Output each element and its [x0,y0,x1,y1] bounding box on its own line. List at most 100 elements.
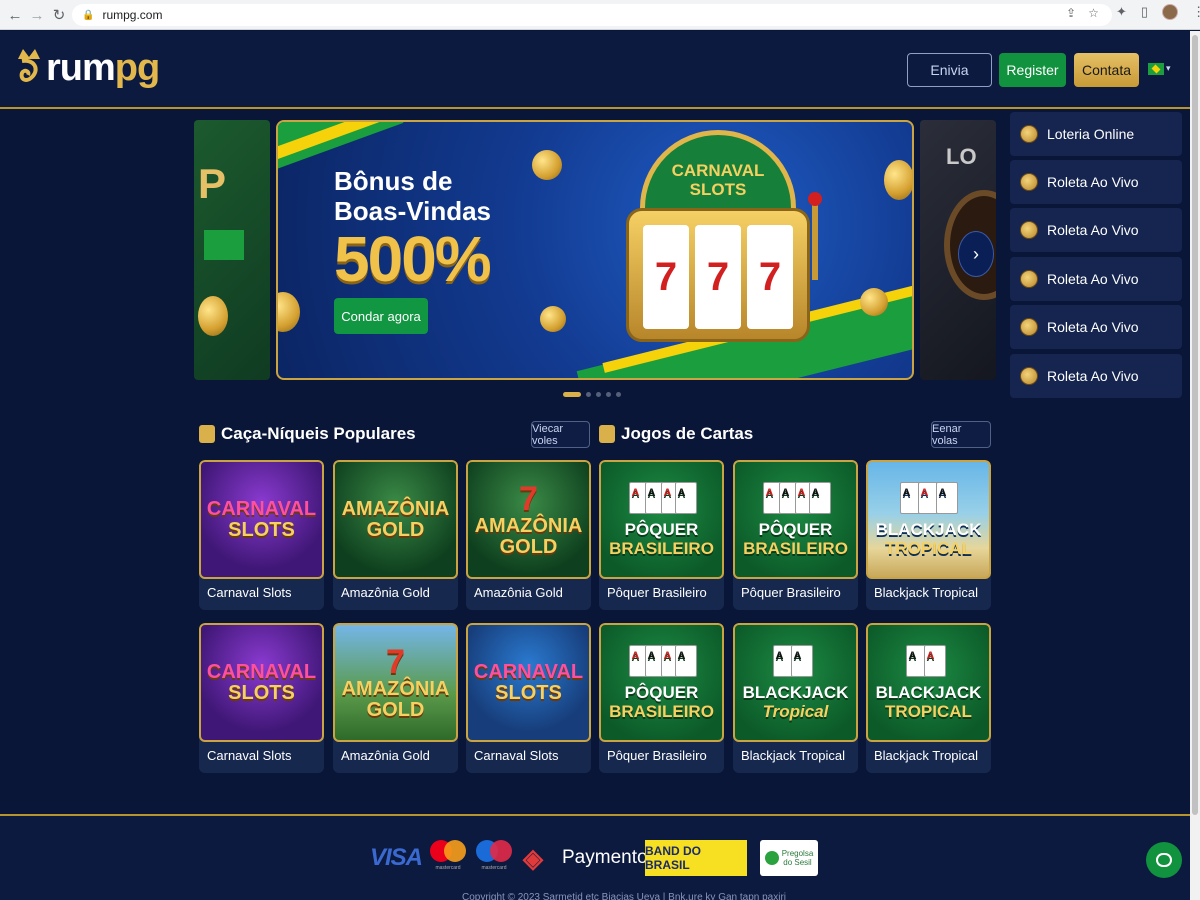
copyright-text: Copyright © 2023 Sarmetid etc Biacias Ue… [462,892,787,900]
logo-wordmark: rumpg [46,46,160,89]
coin-icon [532,150,562,180]
game-thumbnail: 7 AMAZÔNIA GOLD [466,460,591,579]
hero-banner[interactable]: Bônus de Boas-Vindas 500% Condar agora C… [276,120,914,380]
slot-reel: 7 [643,225,689,329]
coin-icon [278,292,300,332]
game-thumbnail: 7 AMAZÔNIA GOLD [333,623,458,742]
flag-brazil-icon[interactable] [1148,63,1164,75]
claim-bonus-button[interactable]: Condar agora [334,298,428,334]
chevron-right-icon: › [973,243,979,264]
side-item-roleta-ao-vivo[interactable]: Roleta Ao Vivo [1010,208,1182,252]
dealer-icon [1020,270,1038,288]
game-title: Amazônia Gold [474,585,563,600]
game-card[interactable]: CARNAVAL SLOTS Carnaval Slots [466,623,591,773]
live-chat-button[interactable] [1146,842,1182,878]
game-card[interactable]: 7 AMAZÔNIA GOLD Amazônia Gold [466,460,591,610]
game-card[interactable]: AA BLACKJACK Tropical Blackjack Tropical [733,623,858,773]
side-item-roleta-ao-vivo[interactable]: Roleta Ao Vivo [1010,305,1182,349]
coin-icon [860,288,888,316]
reload-icon[interactable]: ↻ [48,4,70,26]
carousel-dot-active[interactable] [563,392,581,397]
chevron-down-icon[interactable]: ▾ [1166,63,1171,74]
game-thumbnail: AA BLACKJACK Tropical [733,623,858,742]
game-thumbnail: AMAZÔNIA GOLD [333,460,458,579]
side-item-roleta-ao-vivo[interactable]: Roleta Ao Vivo [1010,160,1182,204]
share-icon[interactable]: ⇪ [1066,6,1076,20]
register-button[interactable]: Register [999,53,1066,87]
site-header: rumpg Enivia Register Contata ▾ [0,31,1190,109]
game-thumbnail: AAAA PÔQUER BRASILEIRO [599,623,724,742]
carousel-dot[interactable] [586,392,591,397]
url-text: rumpg.com [102,8,163,22]
cards-icon [599,425,615,443]
scrollbar-thumb[interactable] [1192,35,1198,815]
game-card[interactable]: CARNAVAL SLOTS Carnaval Slots [199,460,324,610]
section-header-slots: Caça-Níqueis Populares [199,420,416,448]
game-title: Pôquer Brasileiro [607,585,707,600]
hero-title: Bônus de Boas-Vindas [334,166,492,226]
game-title: Pôquer Brasileiro [607,748,707,763]
game-card[interactable]: CARNAVAL SLOTS Carnaval Slots [199,623,324,773]
side-item-loteria-online[interactable]: Loteria Online [1010,112,1182,156]
visa-logo: VISA [370,844,423,871]
slot-reel: 7 [695,225,741,329]
side-item-roleta-ao-vivo[interactable]: Roleta Ao Vivo [1010,257,1182,301]
game-title: Blackjack Tropical [741,748,846,763]
bookmark-star-icon[interactable]: ☆ [1088,6,1099,20]
back-icon[interactable]: ← [4,4,26,26]
game-thumbnail: CARNAVAL SLOTS [199,623,324,742]
game-title: Carnaval Slots [207,748,292,763]
dice-icon [199,425,215,443]
game-card[interactable]: AA BLACKJACK TROPICAL Blackjack Tropical [866,623,991,773]
game-thumbnail: AAA BLACKJACK TROPICAL [866,460,991,579]
game-thumbnail: AA BLACKJACK TROPICAL [866,623,991,742]
slot-reel: 7 [747,225,793,329]
game-thumbnail: CARNAVAL SLOTS [466,623,591,742]
banco-do-brasil-logo: BAND DO BRASIL [645,840,747,876]
sidepanel-icon[interactable]: ▯ [1141,4,1148,20]
game-title: Carnaval Slots [474,748,559,763]
carousel-dot[interactable] [606,392,611,397]
maestro-logo: mastercard [476,840,512,872]
game-thumbnail: CARNAVAL SLOTS [199,460,324,579]
roulette-icon [1020,173,1038,191]
carousel-next-button[interactable]: › [958,231,994,277]
coin-icon [884,160,912,200]
forward-icon[interactable]: → [26,4,48,26]
chips-icon [1020,318,1038,336]
game-card[interactable]: 7 AMAZÔNIA GOLD Amazônia Gold [333,623,458,773]
game-title: Blackjack Tropical [874,585,979,600]
game-card[interactable]: AAA BLACKJACK TROPICAL Blackjack Tropical [866,460,991,610]
coin-icon [198,296,228,336]
contact-button[interactable]: Contata [1074,53,1139,87]
carousel-dots [563,392,621,397]
section-header-cards: Jogos de Cartas [599,420,753,448]
view-all-slots-button[interactable]: Viecar voles [531,421,590,448]
enviar-button[interactable]: Enivia [907,53,992,87]
carousel-dot[interactable] [596,392,601,397]
crown-logo-icon [18,49,40,82]
hero-prev-slide[interactable]: P [194,120,270,380]
site-logo[interactable]: rumpg [14,45,160,91]
menu-kebab-icon[interactable]: ⋮ [1192,4,1200,20]
view-all-cards-button[interactable]: Eenar volas [931,421,991,448]
carousel-dot[interactable] [616,392,621,397]
pregolsa-logo: Pregolsa do Sesil [760,840,818,876]
profile-avatar[interactable] [1162,4,1179,20]
game-title: Carnaval Slots [207,585,292,600]
slot-machine-art: CARNAVAL SLOTS 7 7 7 [618,130,822,370]
browser-toolbar: ← → ↻ 🔒 rumpg.com ⇪ ☆ ✦ ▯ ⋮ [0,0,1200,30]
game-title: Amazônia Gold [341,585,430,600]
address-bar[interactable]: 🔒 rumpg.com [72,4,1112,26]
game-title: Pôquer Brasileiro [741,585,841,600]
game-card[interactable]: AAAA PÔQUER BRASILEIRO Pôquer Brasileiro [599,623,724,773]
coins-icon [1020,125,1038,143]
game-card[interactable]: AMAZÔNIA GOLD Amazônia Gold [333,460,458,610]
game-title: Amazônia Gold [341,748,430,763]
game-card[interactable]: AAAA PÔQUER BRASILEIRO Pôquer Brasileiro [733,460,858,610]
chat-bubble-icon [1156,853,1172,867]
hero-bonus-percent: 500% [334,223,492,295]
game-card[interactable]: AAAA PÔQUER BRASILEIRO Pôquer Brasileiro [599,460,724,610]
side-item-roleta-ao-vivo[interactable]: Roleta Ao Vivo [1010,354,1182,398]
extensions-icon[interactable]: ✦ [1116,4,1127,20]
